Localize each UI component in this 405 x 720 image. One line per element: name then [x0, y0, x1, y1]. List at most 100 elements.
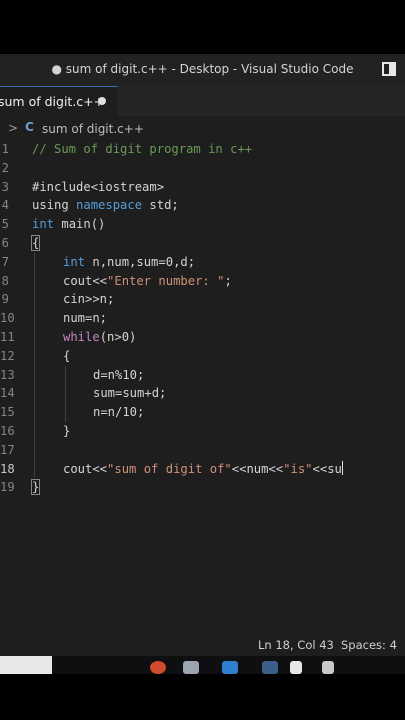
tab-sum-of-digit[interactable]: sum of digit.c++ — [0, 86, 118, 116]
indent-guide — [34, 271, 35, 291]
code-token: main() — [54, 217, 106, 232]
brace-close: } — [30, 479, 41, 496]
code-text[interactable]: n=n/10; — [93, 403, 144, 422]
line-number: 10 — [0, 311, 15, 326]
indent-guide — [34, 440, 35, 460]
breadcrumb-file[interactable]: sum of digit.c++ — [42, 122, 144, 136]
code-text[interactable]: int main() — [32, 215, 105, 234]
code-token: namespace — [76, 198, 143, 213]
indent-guide — [65, 365, 66, 385]
code-token: cout<< — [63, 461, 108, 476]
toggle-layout-icon[interactable] — [382, 62, 396, 76]
code-token: (n>0) — [99, 329, 137, 344]
line-number: 14 — [0, 386, 15, 401]
unsaved-dot-icon[interactable] — [98, 97, 106, 105]
indent-guide — [34, 309, 35, 328]
line-number: 5 — [1, 217, 9, 232]
indent-guide — [65, 384, 66, 404]
code-text[interactable]: } — [30, 478, 41, 497]
code-line: 10 num=n; — [0, 309, 405, 328]
line-number: 2 — [1, 160, 9, 175]
line-number: 1 — [1, 142, 9, 156]
code-line: 15 n=n/10; — [0, 403, 405, 422]
vscode-window: ● sum of digit.c++ - Desktop - Visual St… — [0, 54, 405, 674]
code-text[interactable]: d=n%10; — [93, 366, 144, 385]
taskbar-search[interactable] — [0, 656, 52, 674]
code-text[interactable]: cout<<"sum of digit of"<<num<<"is"<<su — [63, 460, 343, 479]
code-token: #include<iostream> — [32, 179, 165, 194]
code-text[interactable]: using namespace std; — [32, 196, 179, 215]
code-text[interactable]: // Sum of digit program in c++ — [32, 140, 252, 159]
line-number: 9 — [1, 292, 9, 307]
indent-guide — [34, 459, 35, 479]
code-line: 7 int n,num,sum=0,d; — [0, 252, 405, 272]
indent-guide — [34, 327, 35, 347]
os-taskbar — [0, 656, 405, 674]
line-number: 17 — [0, 442, 15, 457]
code-line: 2 — [0, 159, 405, 178]
code-token: using — [32, 198, 77, 213]
cursor-position[interactable]: Ln 18, Col 43 — [258, 638, 334, 652]
code-line: 6{ — [0, 234, 405, 253]
tab-label: sum of digit.c++ — [0, 94, 105, 109]
line-number: 7 — [1, 254, 9, 269]
code-token: ; — [224, 273, 232, 288]
code-line: 12 { — [0, 346, 405, 366]
indent-guide — [65, 403, 66, 422]
tab-bar: sum of digit.c++ — [0, 86, 405, 116]
code-token: "Enter number: " — [107, 273, 225, 288]
code-text[interactable]: } — [63, 422, 70, 441]
code-text[interactable]: { — [63, 347, 70, 366]
code-line: 16} — [0, 421, 405, 441]
taskbar-app-icon[interactable] — [262, 661, 278, 674]
chevron-right-icon[interactable]: > — [8, 121, 18, 135]
line-number: 4 — [1, 198, 9, 213]
indent-guide — [34, 365, 35, 385]
code-line: 13 d=n%10; — [0, 365, 405, 385]
code-token: "is" — [283, 461, 313, 476]
c-file-icon: C — [25, 120, 34, 134]
line-number: 11 — [0, 329, 15, 344]
code-line: 19} — [0, 478, 405, 497]
code-text[interactable]: num=n; — [63, 309, 107, 328]
line-number: 8 — [1, 273, 9, 288]
code-token: std; — [142, 198, 179, 213]
taskbar-app-icon[interactable] — [290, 661, 302, 674]
code-text[interactable]: int n,num,sum=0,d; — [63, 253, 195, 272]
code-token: while — [63, 329, 100, 344]
code-text[interactable]: { — [30, 234, 41, 253]
code-text[interactable]: cout<<"Enter number: "; — [63, 272, 232, 291]
taskbar-app-icon[interactable] — [222, 661, 238, 674]
code-text[interactable]: #include<iostream> — [32, 178, 164, 197]
code-text[interactable]: while(n>0) — [63, 328, 136, 347]
code-line: 11 while(n>0) — [0, 327, 405, 347]
code-line: 3 #include<iostream> — [0, 178, 405, 197]
code-line: 18 cout<<"sum of digit of"<<num<<"is"<<su — [0, 459, 405, 479]
taskbar-app-icon[interactable] — [150, 661, 166, 674]
code-text[interactable]: cin>>n; — [63, 290, 114, 309]
line-number: 3 — [1, 179, 9, 194]
title-bar: ● sum of digit.c++ - Desktop - Visual St… — [0, 54, 405, 86]
indentation-setting[interactable]: Spaces: 4 — [341, 638, 397, 652]
indent-guide — [34, 403, 35, 422]
line-number: 13 — [0, 367, 15, 382]
line-number: 16 — [0, 423, 15, 438]
code-line: 4 using namespace std; — [0, 196, 405, 215]
indent-guide — [34, 384, 35, 404]
code-editor[interactable]: 1 // Sum of digit program in c++ 2 3 #incl… — [0, 140, 405, 497]
code-token: int — [32, 217, 55, 232]
code-line: 14 sum=sum+d; — [0, 384, 405, 404]
taskbar-app-icon[interactable] — [183, 661, 199, 674]
line-number: 12 — [0, 348, 15, 363]
line-number: 19 — [0, 480, 15, 495]
text-cursor — [341, 460, 343, 475]
code-token: n,num,sum=0,d; — [85, 254, 196, 269]
brace-open: { — [30, 234, 41, 251]
code-text[interactable]: sum=sum+d; — [93, 384, 166, 403]
code-line: 17 — [0, 440, 405, 460]
code-line: 5 int main() — [0, 215, 405, 234]
taskbar-app-icon[interactable] — [322, 661, 334, 674]
indent-guide — [34, 290, 35, 310]
indent-guide — [34, 421, 35, 441]
code-token: "sum of digit of" — [107, 461, 232, 476]
